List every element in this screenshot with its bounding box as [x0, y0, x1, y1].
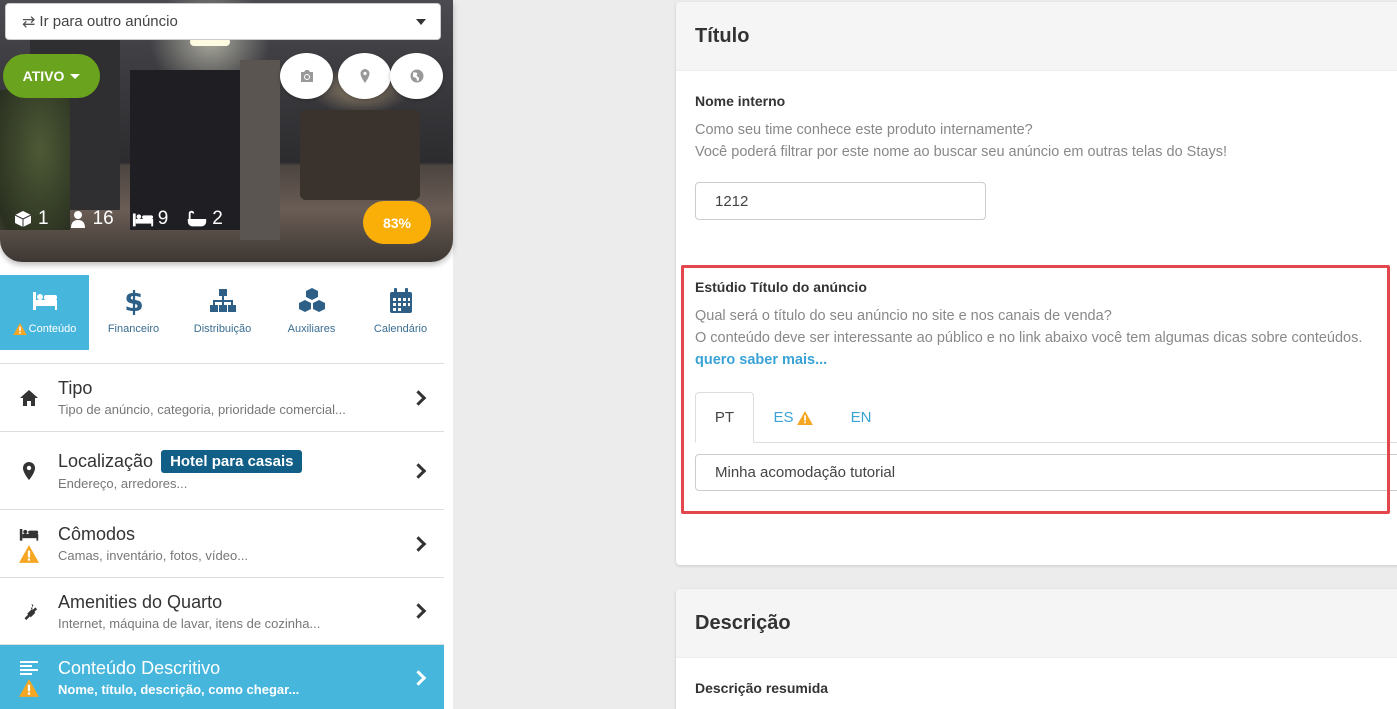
- swap-icon: ⇄: [22, 13, 36, 31]
- menu-item-tipo[interactable]: Tipo Tipo de anúncio, categoria, priorid…: [0, 363, 444, 431]
- completion-badge[interactable]: 83%: [363, 201, 431, 244]
- goto-listing-label: Ir para outro anúncio: [39, 13, 178, 30]
- tab-conteudo-label: Conteúdo: [28, 323, 77, 335]
- highlight-box: [681, 265, 1390, 514]
- map-pin-icon: [23, 461, 35, 480]
- menu-item-conteudo-icon-wrap: [18, 659, 40, 697]
- menu-item-tipo-title: Tipo: [58, 378, 93, 398]
- chevron-down-icon: [416, 19, 426, 25]
- map-pin-icon: [360, 69, 369, 83]
- section-tabs: Conteúdo $ Financeiro Distribuição Auxil…: [0, 275, 445, 350]
- warning-icon: [12, 323, 27, 335]
- status-label: ATIVO: [22, 68, 65, 84]
- menu-item-localizacao-icon-wrap: [18, 461, 40, 480]
- menu-item-conteudo-title: Conteúdo Descritivo: [58, 658, 221, 678]
- dollar-icon: $: [124, 287, 143, 315]
- menu-item-localizacao-title-row: Localização Hotel para casais: [58, 450, 303, 473]
- tab-conteudo[interactable]: Conteúdo: [0, 275, 89, 350]
- menu-item-localizacao-subtitle: Endereço, arredores...: [58, 476, 188, 491]
- menu-item-amenities-subtitle: Internet, máquina de lavar, itens de coz…: [58, 615, 321, 631]
- baths-stat: 2: [186, 208, 223, 230]
- nome-interno-input[interactable]: 1212: [695, 182, 986, 220]
- website-button[interactable]: [390, 53, 443, 99]
- goto-listing-dropdown[interactable]: ⇄ Ir para outro anúncio: [5, 3, 441, 40]
- cubes-icon: [298, 288, 325, 312]
- guests-count: 16: [92, 208, 114, 229]
- titulo-card-heading: Título: [676, 2, 1397, 71]
- caret-down-icon: [70, 73, 81, 79]
- completion-value: 83%: [382, 214, 412, 231]
- chevron-right-icon: [410, 389, 427, 406]
- warning-icon: [19, 544, 39, 563]
- nome-interno-value: 1212: [715, 192, 749, 210]
- menu-item-comodos-icon-wrap: [18, 525, 40, 563]
- chevron-right-icon: [410, 535, 427, 552]
- bed-icon: [132, 213, 153, 227]
- bed-icon: [32, 292, 57, 310]
- tab-auxiliares-label: Auxiliares: [287, 323, 336, 335]
- guests-stat: 16: [67, 208, 114, 230]
- align-left-icon: [20, 660, 38, 675]
- menu-item-tipo-subtitle: Tipo de anúncio, categoria, prioridade c…: [58, 402, 346, 417]
- menu-item-localizacao[interactable]: Localização Hotel para casais Endereço, …: [0, 431, 444, 509]
- baths-count: 2: [212, 208, 223, 229]
- descricao-card: Descrição Descrição resumida: [676, 589, 1397, 709]
- menu-item-amenities[interactable]: Amenities do Quarto Internet, máquina de…: [0, 577, 444, 644]
- status-dropdown-button[interactable]: ATIVO: [3, 54, 100, 98]
- tab-financeiro[interactable]: $ Financeiro: [89, 275, 178, 350]
- tab-distribuicao[interactable]: Distribuição: [178, 275, 267, 350]
- chevron-right-icon: [410, 462, 427, 479]
- tab-calendario[interactable]: Calendário: [356, 275, 445, 350]
- listing-hero-photo: ⇄ Ir para outro anúncio ATIVO 1 16 9 2 8…: [0, 0, 453, 262]
- menu-item-comodos-subtitle: Camas, inventário, fotos, vídeo...: [58, 548, 249, 563]
- svg-text:$: $: [124, 287, 143, 315]
- menu-item-conteudo-descritivo[interactable]: Conteúdo Descritivo Nome, título, descri…: [0, 644, 444, 709]
- bed-icon: [19, 528, 39, 541]
- chevron-right-icon: [410, 603, 427, 619]
- chevron-right-icon: [410, 669, 427, 686]
- nome-interno-help-1: Como seu time conhece este produto inter…: [695, 122, 1033, 138]
- content-menu: Tipo Tipo de anúncio, categoria, priorid…: [0, 363, 444, 709]
- plug-icon: [24, 603, 38, 620]
- menu-item-amenities-title: Amenities do Quarto: [58, 591, 223, 612]
- menu-item-amenities-icon-wrap: [18, 602, 40, 620]
- hotel-category-badge: Hotel para casais: [161, 450, 303, 473]
- menu-item-tipo-icon-wrap: [18, 389, 40, 407]
- home-icon: [20, 389, 38, 406]
- sitemap-icon: [209, 289, 236, 312]
- left-panel: ⇄ Ir para outro anúncio ATIVO 1 16 9 2 8…: [0, 0, 453, 709]
- menu-item-conteudo-subtitle: Nome, título, descrição, como chegar...: [58, 682, 300, 697]
- descricao-card-heading: Descrição: [676, 589, 1397, 658]
- tab-distribuicao-label: Distribuição: [193, 323, 252, 335]
- menu-item-comodos[interactable]: Cômodos Camas, inventário, fotos, vídeo.…: [0, 509, 444, 577]
- tab-financeiro-label: Financeiro: [107, 323, 160, 335]
- warning-icon: [19, 678, 39, 697]
- tab-auxiliares[interactable]: Auxiliares: [267, 275, 356, 350]
- menu-item-comodos-title: Cômodos: [58, 524, 136, 544]
- listing-stats: 1 16 9 2: [12, 208, 223, 230]
- units-count: 1: [38, 208, 49, 229]
- units-stat: 1: [12, 208, 49, 230]
- menu-item-localizacao-title: Localização: [58, 451, 154, 471]
- bathtub-icon: [188, 210, 207, 227]
- nome-interno-label: Nome interno: [695, 93, 786, 109]
- camera-icon: [300, 70, 313, 82]
- globe-icon: [410, 69, 423, 83]
- beds-count: 9: [157, 208, 169, 229]
- nome-interno-help-2: Você poderá filtrar por este nome ao bus…: [695, 144, 1227, 160]
- descricao-resumida-label: Descrição resumida: [695, 680, 829, 696]
- tab-calendario-label: Calendário: [373, 323, 428, 335]
- beds-stat: 9: [132, 208, 169, 230]
- cube-icon: [14, 211, 32, 227]
- photos-button[interactable]: [280, 53, 333, 99]
- calendar-icon: [389, 288, 412, 313]
- user-icon: [70, 211, 85, 228]
- location-button[interactable]: [338, 53, 391, 99]
